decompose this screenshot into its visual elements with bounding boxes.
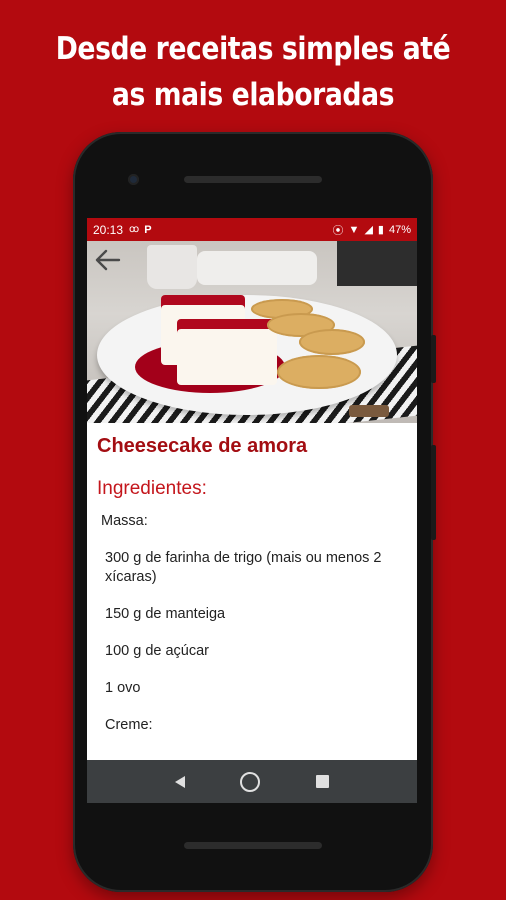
ingredient-item: Massa: [101,513,148,529]
bottom-speaker [184,842,322,849]
parking-icon: P [144,223,152,236]
back-arrow-icon[interactable] [95,247,127,277]
photo-cup [147,245,197,289]
ingredients-list: Massa: 300 g de farinha de trigo (mais o… [97,512,407,735]
ingredient-item: 1 ovo [105,680,141,696]
wifi-icon: ▼ [348,223,360,236]
photo-background [337,241,417,286]
promo-line-1: Desde receitas simples até [55,31,451,67]
ingredients-heading: Ingredientes: [97,478,207,499]
recipe-content: Cheesecake de amora Ingredientes: Massa:… [87,423,417,735]
photo-wood-spoon [349,405,389,417]
android-nav-bar [87,760,417,803]
status-right: ⦿ ▼ ◢ ▮ 47% [333,222,411,238]
back-arrow-icon-svg [95,249,121,271]
power-button [431,335,436,383]
phone-screen: 20:13 ꝏ P ⦿ ▼ ◢ ▮ 47% Cheesecake de amor… [87,218,417,803]
photo-cracker [277,355,361,389]
ingredient-item: 100 g de açúcar [105,643,209,659]
ingredient-item: 300 g de farinha de trigo (mais ou menos… [105,550,382,585]
photo-cake-slice [177,319,277,385]
promo-line-2: as mais elaboradas [111,77,395,113]
photo-cracker [299,329,365,355]
status-bar: 20:13 ꝏ P ⦿ ▼ ◢ ▮ 47% [87,218,417,241]
nav-home-icon[interactable] [240,771,261,792]
vibrate-icon: ⦿ [332,224,344,237]
signal-icon: ◢ [364,224,373,236]
battery-icon: ▮ [377,224,384,236]
volume-button [431,445,436,540]
earpiece-speaker [184,176,322,183]
photo-bowl [197,251,317,285]
ingredient-item: 150 g de manteiga [105,606,226,622]
ingredient-item: Creme: [105,717,153,733]
battery-level: 47% [388,223,411,236]
nav-recents-icon[interactable] [316,775,330,788]
front-camera [128,174,139,185]
promo-headline: Desde receitas simples até as mais elabo… [35,26,470,118]
recipe-photo [87,241,417,423]
status-time: 20:13 [93,222,124,237]
nav-back-icon[interactable] [174,775,185,788]
voicemail-icon: ꝏ [129,224,140,235]
recipe-title: Cheesecake de amora [97,435,308,457]
